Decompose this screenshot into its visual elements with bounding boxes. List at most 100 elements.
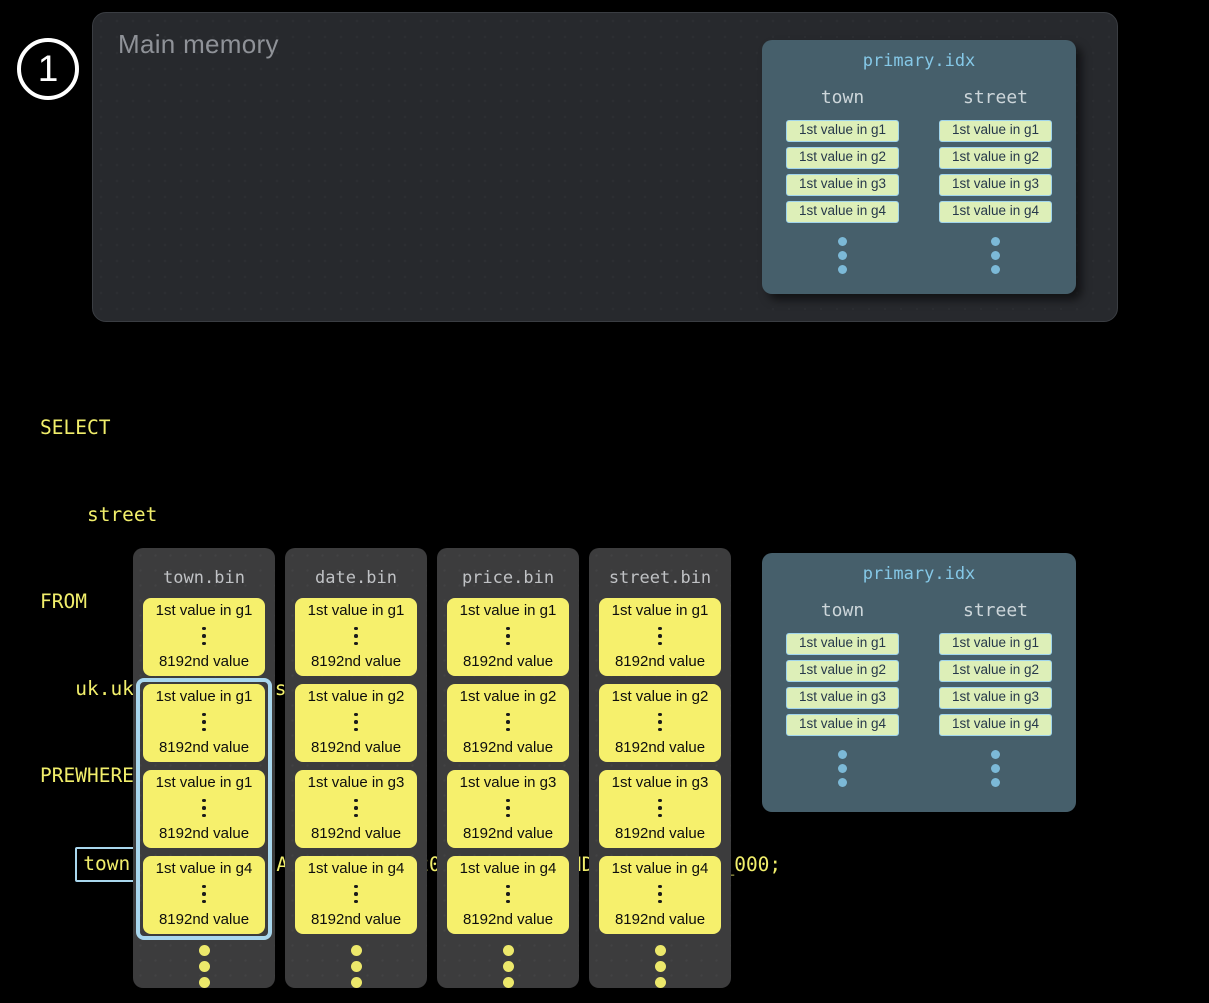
granule-first-value: 1st value in g2 (460, 688, 557, 705)
primary-idx-panel-memory: primary.idx town 1st value in g1 1st val… (762, 40, 1076, 294)
index-column-header: town (821, 600, 864, 621)
granule-block: 1st value in g2 8192nd value (599, 684, 721, 762)
index-entry: 1st value in g3 (939, 687, 1052, 709)
granule-first-value: 1st value in g1 (156, 602, 253, 619)
index-entry: 1st value in g2 (786, 147, 899, 169)
granule-block: 1st value in g1 8192nd value (143, 684, 265, 762)
column-file-town-bin: town.bin 1st value in g1 8192nd value 1s… (133, 548, 275, 988)
granule-last-value: 8192nd value (159, 653, 249, 670)
ellipsis-dots-icon (199, 945, 210, 988)
granule-last-value: 8192nd value (159, 911, 249, 928)
ellipsis-dots-icon (991, 237, 1000, 274)
ellipsis-dots-icon (202, 799, 206, 818)
granule-block: 1st value in g2 8192nd value (295, 684, 417, 762)
granule-first-value: 1st value in g1 (156, 688, 253, 705)
main-memory-title: Main memory (118, 29, 279, 60)
index-column-town: town 1st value in g1 1st value in g2 1st… (786, 87, 899, 274)
granule-last-value: 8192nd value (615, 825, 705, 842)
ellipsis-dots-icon (506, 713, 510, 732)
granule-last-value: 8192nd value (311, 739, 401, 756)
sql-indent (40, 850, 75, 879)
granule-last-value: 8192nd value (159, 825, 249, 842)
granule-block: 1st value in g3 8192nd value (295, 770, 417, 848)
granule-last-value: 8192nd value (311, 911, 401, 928)
granule-last-value: 8192nd value (311, 653, 401, 670)
ellipsis-dots-icon (202, 713, 206, 732)
granule-last-value: 8192nd value (463, 825, 553, 842)
granule-first-value: 1st value in g2 (308, 688, 405, 705)
granule-block: 1st value in g4 8192nd value (447, 856, 569, 934)
sql-line: SELECT (40, 413, 781, 442)
diagram-canvas: 1 Main memory primary.idx town 1st value… (0, 0, 1209, 1003)
index-entry: 1st value in g3 (939, 174, 1052, 196)
ellipsis-dots-icon (838, 750, 847, 787)
granule-first-value: 1st value in g1 (308, 602, 405, 619)
column-file-date-bin: date.bin 1st value in g1 8192nd value 1s… (285, 548, 427, 988)
primary-idx-title: primary.idx (762, 51, 1076, 71)
index-column-header: street (963, 600, 1028, 621)
granule-first-value: 1st value in g3 (460, 774, 557, 791)
granule-first-value: 1st value in g4 (460, 860, 557, 877)
step-number-badge: 1 (17, 38, 79, 100)
granule-stack: 1st value in g1 8192nd value 1st value i… (143, 598, 265, 942)
granule-block: 1st value in g1 8192nd value (599, 598, 721, 676)
primary-idx-title: primary.idx (762, 564, 1076, 584)
granule-block: 1st value in g3 8192nd value (447, 770, 569, 848)
index-column-street: street 1st value in g1 1st value in g2 1… (939, 600, 1052, 787)
granule-first-value: 1st value in g4 (612, 860, 709, 877)
step-number: 1 (38, 48, 59, 90)
granule-first-value: 1st value in g2 (612, 688, 709, 705)
ellipsis-dots-icon (354, 799, 358, 818)
granule-last-value: 8192nd value (463, 653, 553, 670)
ellipsis-dots-icon (202, 627, 206, 646)
index-column-header: town (821, 87, 864, 108)
granule-block: 1st value in g2 8192nd value (447, 684, 569, 762)
ellipsis-dots-icon (506, 627, 510, 646)
granule-last-value: 8192nd value (311, 825, 401, 842)
column-file-title: town.bin (163, 568, 245, 588)
granule-stack: 1st value in g1 8192nd value 1st value i… (599, 598, 721, 942)
granule-block: 1st value in g1 8192nd value (143, 598, 265, 676)
sql-line: street (40, 500, 781, 529)
index-entry: 1st value in g2 (939, 660, 1052, 682)
index-column-street: street 1st value in g1 1st value in g2 1… (939, 87, 1052, 274)
granule-first-value: 1st value in g1 (612, 602, 709, 619)
index-entry: 1st value in g4 (939, 714, 1052, 736)
granule-block: 1st value in g4 8192nd value (143, 856, 265, 934)
ellipsis-dots-icon (838, 237, 847, 274)
granule-stack: 1st value in g1 8192nd value 1st value i… (295, 598, 417, 942)
index-entry: 1st value in g2 (786, 660, 899, 682)
column-file-street-bin: street.bin 1st value in g1 8192nd value … (589, 548, 731, 988)
ellipsis-dots-icon (506, 885, 510, 904)
column-files-row: town.bin 1st value in g1 8192nd value 1s… (133, 548, 731, 988)
ellipsis-dots-icon (658, 627, 662, 646)
index-entry: 1st value in g4 (939, 201, 1052, 223)
granule-last-value: 8192nd value (615, 653, 705, 670)
ellipsis-dots-icon (658, 799, 662, 818)
index-entry: 1st value in g4 (786, 201, 899, 223)
granule-first-value: 1st value in g3 (308, 774, 405, 791)
granule-block: 1st value in g4 8192nd value (599, 856, 721, 934)
ellipsis-dots-icon (655, 945, 666, 988)
granule-block: 1st value in g1 8192nd value (143, 770, 265, 848)
granule-last-value: 8192nd value (463, 739, 553, 756)
column-file-price-bin: price.bin 1st value in g1 8192nd value 1… (437, 548, 579, 988)
ellipsis-dots-icon (991, 750, 1000, 787)
column-file-title: street.bin (609, 568, 711, 588)
granule-block: 1st value in g4 8192nd value (295, 856, 417, 934)
granule-first-value: 1st value in g4 (308, 860, 405, 877)
column-file-title: price.bin (462, 568, 554, 588)
ellipsis-dots-icon (354, 713, 358, 732)
ellipsis-dots-icon (506, 799, 510, 818)
ellipsis-dots-icon (354, 627, 358, 646)
index-entry: 1st value in g3 (786, 174, 899, 196)
ellipsis-dots-icon (658, 885, 662, 904)
index-column-header: street (963, 87, 1028, 108)
ellipsis-dots-icon (658, 713, 662, 732)
granule-first-value: 1st value in g3 (612, 774, 709, 791)
ellipsis-dots-icon (354, 885, 358, 904)
granule-first-value: 1st value in g1 (156, 774, 253, 791)
primary-idx-columns: town 1st value in g1 1st value in g2 1st… (762, 87, 1076, 274)
index-column-town: town 1st value in g1 1st value in g2 1st… (786, 600, 899, 787)
primary-idx-panel-disk: primary.idx town 1st value in g1 1st val… (762, 553, 1076, 812)
